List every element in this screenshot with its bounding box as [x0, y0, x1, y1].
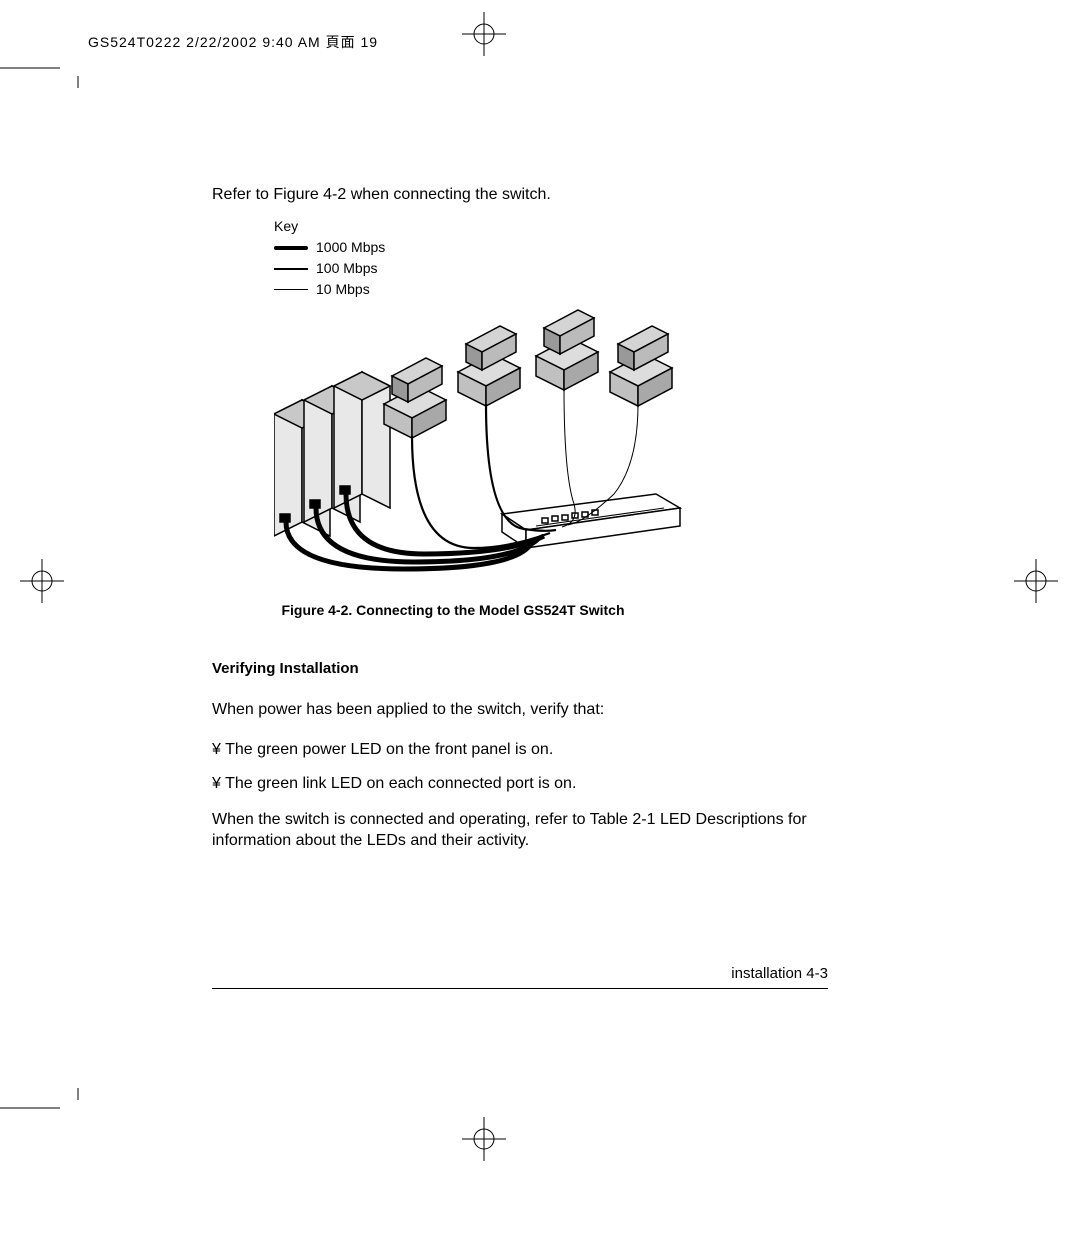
figure-4-2: Key 1000 Mbps 100 Mbps 10 Mbps: [274, 216, 694, 618]
legend-row-10: 10 Mbps: [274, 279, 694, 300]
legend-title: Key: [274, 216, 694, 237]
registration-bottom-icon: [462, 1117, 506, 1161]
section-heading: Verifying Installation: [212, 660, 828, 677]
page-footer: installation 4-3: [731, 965, 828, 982]
legend-label: 1000 Mbps: [316, 237, 385, 258]
legend-row-100: 100 Mbps: [274, 258, 694, 279]
network-diagram-icon: [274, 304, 694, 584]
legend-line-med-icon: [274, 268, 308, 270]
legend: Key 1000 Mbps 100 Mbps 10 Mbps: [274, 216, 694, 300]
registration-right-icon: [1014, 559, 1058, 603]
footer-rule: [212, 988, 828, 989]
figure-caption: Figure 4-2. Connecting to the Model GS52…: [212, 602, 694, 618]
para-verify: When power has been applied to the switc…: [212, 699, 828, 721]
print-header: GS524T0222 2/22/2002 9:40 AM 頁面 19: [88, 32, 378, 52]
page-content: Refer to Figure 4-2 when connecting the …: [212, 186, 828, 872]
legend-line-thick-icon: [274, 246, 308, 250]
bullet-item: The green power LED on the front panel i…: [212, 741, 828, 759]
legend-label: 10 Mbps: [316, 279, 370, 300]
crop-bottomleft-icon: [0, 1088, 90, 1128]
para-led-ref: When the switch is connected and operati…: [212, 809, 828, 852]
registration-left-icon: [20, 559, 64, 603]
legend-row-1000: 1000 Mbps: [274, 237, 694, 258]
crop-topleft-icon: [0, 48, 90, 88]
intro-text: Refer to Figure 4-2 when connecting the …: [212, 186, 828, 204]
bullet-item: The green link LED on each connected por…: [212, 775, 828, 793]
legend-line-thin-icon: [274, 289, 308, 290]
registration-top-icon: [462, 12, 506, 56]
legend-label: 100 Mbps: [316, 258, 377, 279]
